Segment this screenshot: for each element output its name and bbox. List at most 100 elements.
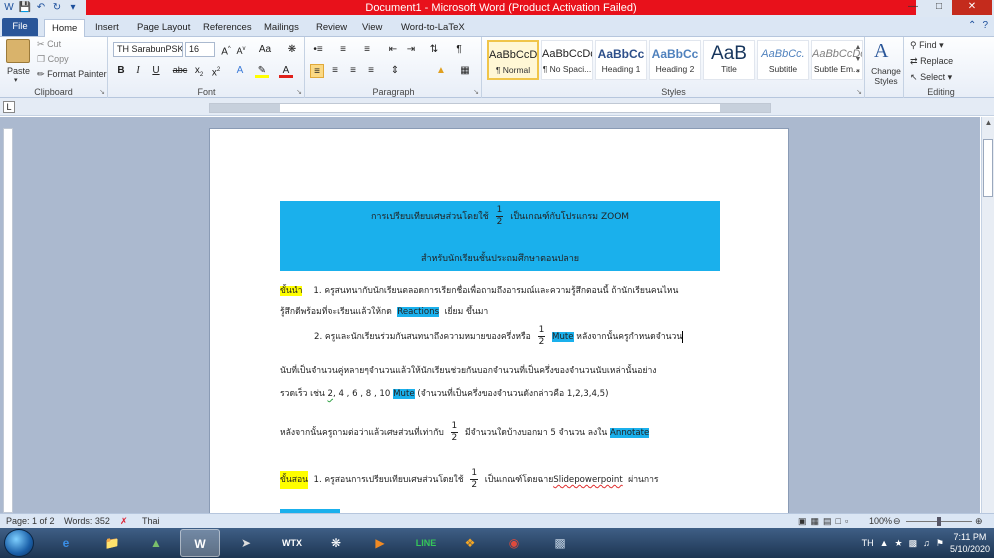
highlight-color-icon[interactable]: ✎: [255, 64, 269, 78]
file-explorer-icon[interactable]: 📁: [92, 529, 132, 557]
horizontal-ruler[interactable]: [209, 103, 771, 113]
align-right-icon[interactable]: ≡: [346, 64, 360, 78]
clipboard-launcher-icon[interactable]: ↘: [99, 88, 105, 96]
input-language[interactable]: TH: [862, 538, 874, 548]
grow-font-icon[interactable]: A^: [219, 43, 233, 57]
zoom-out-icon[interactable]: ⊖: [893, 516, 901, 527]
font-launcher-icon[interactable]: ↘: [296, 88, 302, 96]
tab-references[interactable]: References: [196, 19, 259, 37]
style-title[interactable]: AaB Title: [703, 40, 755, 80]
redo-icon[interactable]: ↻: [50, 1, 64, 14]
change-styles-icon[interactable]: A: [874, 40, 888, 63]
styles-launcher-icon[interactable]: ↘: [856, 88, 862, 96]
justify-icon[interactable]: ≡: [364, 64, 378, 78]
app-taskbar-icon[interactable]: ➤: [226, 529, 266, 557]
close-button[interactable]: ✕: [952, 0, 992, 15]
word-count[interactable]: Words: 352: [64, 516, 110, 526]
borders-icon[interactable]: ▦: [458, 64, 472, 78]
vertical-scrollbar[interactable]: ▲: [981, 117, 994, 513]
tab-page-layout[interactable]: Page Layout: [130, 19, 197, 37]
language-indicator[interactable]: Thai: [142, 516, 160, 526]
change-styles-button[interactable]: Change Styles: [869, 66, 903, 86]
scroll-thumb[interactable]: [983, 139, 993, 197]
increase-indent-icon[interactable]: ⇥: [404, 43, 418, 57]
save-icon[interactable]: 💾: [18, 1, 32, 14]
clock[interactable]: 7:11 PM 5/10/2020: [950, 531, 990, 555]
font-size-combo[interactable]: 16: [185, 42, 215, 57]
italic-icon[interactable]: I: [131, 64, 145, 78]
cut-button[interactable]: ✂ Cut: [37, 39, 61, 50]
text-effects-icon[interactable]: A: [233, 64, 247, 78]
find-button[interactable]: ⚲ Find ▾: [910, 40, 944, 51]
select-button[interactable]: ↖ Select ▾: [910, 72, 952, 83]
underline-icon[interactable]: U: [149, 64, 163, 78]
bullets-icon[interactable]: •≡: [311, 43, 325, 57]
copy-button[interactable]: ❐ Copy: [37, 54, 69, 65]
word-app-icon[interactable]: W: [2, 1, 16, 14]
minimize-ribbon-icon[interactable]: ⌃: [968, 20, 976, 31]
maximize-button[interactable]: □: [926, 0, 952, 15]
proofing-icon[interactable]: ✗: [120, 516, 128, 527]
flag-icon[interactable]: ⚑: [936, 538, 944, 549]
tray-arrow-icon[interactable]: ▲: [880, 538, 889, 548]
screenshot-app-icon[interactable]: ▩: [540, 529, 580, 557]
zoom-in-icon[interactable]: ⊕: [975, 516, 983, 527]
font-color-icon[interactable]: A: [279, 64, 293, 78]
style-normal[interactable]: AaBbCcDc ¶ Normal: [487, 40, 539, 80]
zoom-level[interactable]: 100%: [869, 516, 892, 526]
multilevel-list-icon[interactable]: ≡: [360, 43, 374, 57]
page-count[interactable]: Page: 1 of 2: [6, 516, 55, 526]
word-to-latex-icon[interactable]: WTX: [272, 529, 312, 557]
document-page[interactable]: การเปรียบเทียบเศษส่วนโดยใช้ 12 เป็นเกณฑ์…: [209, 128, 789, 514]
help-icon[interactable]: ?: [982, 20, 988, 31]
line-app-icon[interactable]: LINE: [406, 529, 446, 557]
strikethrough-icon[interactable]: abc: [171, 64, 189, 78]
shading-icon[interactable]: ▲: [434, 64, 448, 78]
media-folder-icon[interactable]: ▲: [136, 529, 176, 557]
tab-mailings[interactable]: Mailings: [257, 19, 306, 37]
internet-explorer-icon[interactable]: e: [46, 529, 86, 557]
paste-icon[interactable]: [6, 39, 30, 63]
superscript-icon[interactable]: x2: [209, 64, 223, 78]
word-taskbar-icon[interactable]: W: [180, 529, 220, 557]
vertical-ruler[interactable]: [3, 128, 13, 513]
replace-button[interactable]: ⇄ Replace: [910, 56, 953, 67]
video-player-icon[interactable]: ▶: [360, 529, 400, 557]
paragraph-launcher-icon[interactable]: ↘: [473, 88, 479, 96]
styles-scroll[interactable]: ▲ ▼ ▾: [853, 42, 863, 80]
shrink-font-icon[interactable]: Av: [234, 43, 248, 57]
change-case-icon[interactable]: Aa: [255, 43, 275, 57]
align-left-icon[interactable]: ≡: [310, 64, 324, 78]
compass-app-icon[interactable]: ❖: [450, 529, 490, 557]
zoom-slider-thumb[interactable]: [937, 517, 941, 526]
tab-file[interactable]: File: [2, 18, 38, 36]
style-no-spacing[interactable]: AaBbCcDc ¶ No Spaci...: [541, 40, 593, 80]
tab-home[interactable]: Home: [44, 19, 86, 37]
format-painter-button[interactable]: ✏ Format Painter: [37, 69, 107, 80]
tab-word-to-latex[interactable]: Word-to-LaTeX: [394, 19, 472, 37]
bluetooth-icon[interactable]: ★: [895, 538, 903, 549]
numbering-icon[interactable]: ≡: [336, 43, 350, 57]
undo-icon[interactable]: ↶: [34, 1, 48, 14]
paste-dropdown-icon[interactable]: ▾: [14, 76, 18, 84]
subscript-icon[interactable]: x2: [192, 64, 206, 78]
minimize-button[interactable]: —: [900, 0, 926, 15]
tab-insert[interactable]: Insert: [88, 19, 126, 37]
align-center-icon[interactable]: ≡: [328, 64, 342, 78]
font-name-combo[interactable]: TH SarabunPSK: [113, 42, 183, 57]
style-subtitle[interactable]: AaBbCc. Subtitle: [757, 40, 809, 80]
tab-selector[interactable]: L: [3, 101, 15, 113]
clear-formatting-icon[interactable]: ❋: [285, 43, 299, 57]
view-buttons[interactable]: ▣▦▤□▫: [798, 516, 852, 527]
network-icon[interactable]: ▩: [909, 538, 918, 549]
tab-view[interactable]: View: [355, 19, 389, 37]
sort-icon[interactable]: ⇅: [426, 43, 442, 57]
network-app-icon[interactable]: ❋: [316, 529, 356, 557]
style-heading-1[interactable]: AaBbCc Heading 1: [595, 40, 647, 80]
style-heading-2[interactable]: AaBbCc Heading 2: [649, 40, 701, 80]
start-button[interactable]: [4, 529, 34, 557]
scroll-up-icon[interactable]: ▲: [982, 117, 994, 129]
tab-review[interactable]: Review: [309, 19, 354, 37]
paste-button[interactable]: Paste: [7, 66, 30, 76]
chrome-icon[interactable]: ◉: [494, 529, 534, 557]
